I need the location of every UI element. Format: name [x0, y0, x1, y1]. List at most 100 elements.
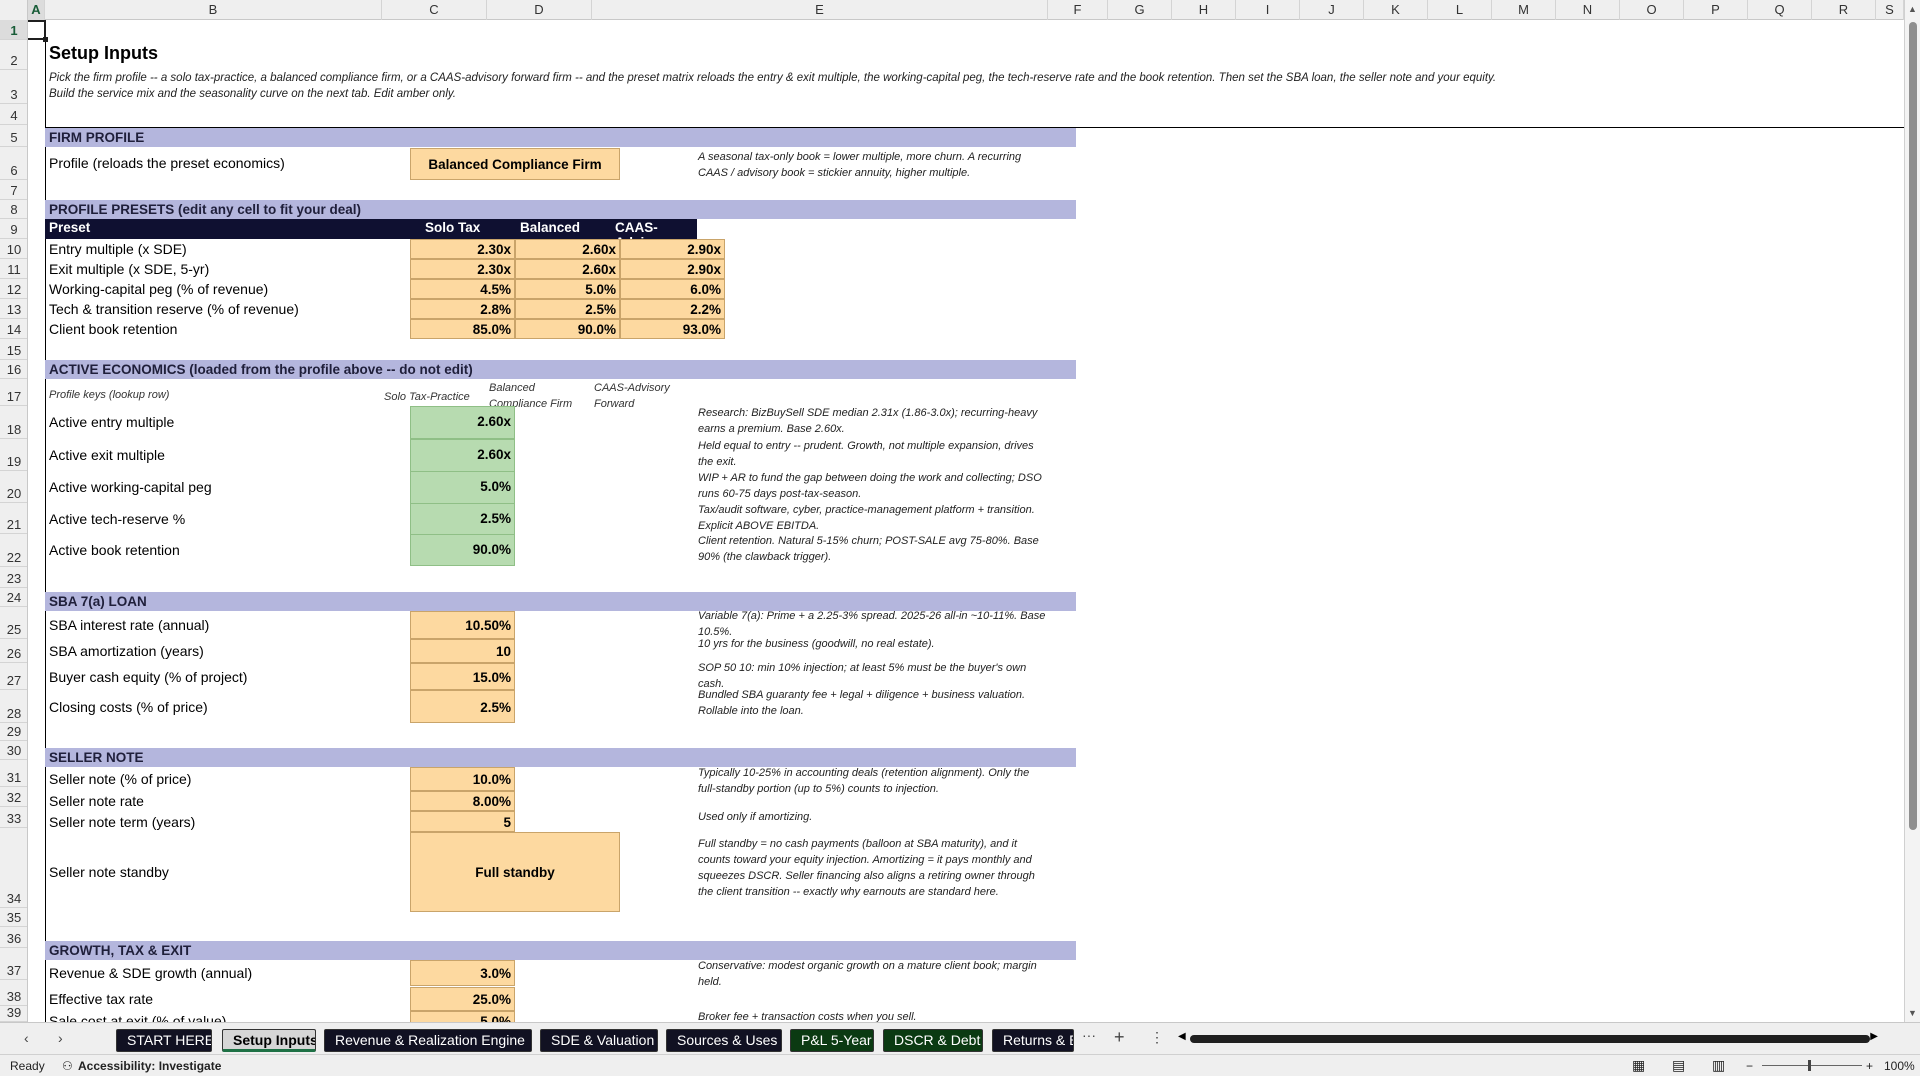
preset-value-cell[interactable]: 2.60x: [515, 259, 620, 279]
preset-value-cell[interactable]: 90.0%: [515, 319, 620, 339]
seller-value-cell[interactable]: 8.00%: [410, 791, 515, 811]
row-header[interactable]: 23: [0, 567, 27, 588]
column-header[interactable]: L: [1428, 0, 1492, 20]
horizontal-scrollbar[interactable]: ◀ ▶: [1178, 1031, 1878, 1046]
preset-value-cell[interactable]: 2.90x: [620, 259, 725, 279]
sheet-tab[interactable]: Setup Inputs: [222, 1029, 316, 1052]
sheet-tab[interactable]: SDE & Valuation: [540, 1029, 658, 1052]
row-header[interactable]: 37: [0, 948, 27, 980]
seller-standby-dropdown[interactable]: Full standby: [410, 832, 620, 912]
row-header[interactable]: 24: [0, 588, 27, 607]
preset-value-cell[interactable]: 2.5%: [515, 299, 620, 319]
column-header[interactable]: F: [1048, 0, 1108, 20]
row-header[interactable]: 30: [0, 741, 27, 760]
preset-value-cell[interactable]: 2.8%: [410, 299, 515, 319]
row-header[interactable]: 25: [0, 607, 27, 639]
row-header[interactable]: 35: [0, 908, 27, 927]
preset-value-cell[interactable]: 93.0%: [620, 319, 725, 339]
growth-value-cell[interactable]: 25.0%: [410, 987, 515, 1011]
row-header[interactable]: 2: [0, 40, 27, 70]
row-header[interactable]: 1: [0, 20, 27, 40]
selected-cell-a1[interactable]: [28, 20, 48, 42]
add-sheet-icon[interactable]: +: [1114, 1027, 1125, 1048]
sba-value-cell[interactable]: 10.50%: [410, 611, 515, 639]
row-header[interactable]: 11: [0, 259, 27, 279]
column-header[interactable]: H: [1172, 0, 1236, 20]
column-header[interactable]: N: [1556, 0, 1620, 20]
row-header[interactable]: 3: [0, 70, 27, 104]
seller-value-cell[interactable]: 5: [410, 811, 515, 832]
row-header[interactable]: 28: [0, 690, 27, 723]
sheet-tab[interactable]: Returns & Exit: [992, 1029, 1074, 1052]
sheet-tab[interactable]: START HERE: [116, 1029, 212, 1052]
preset-value-cell[interactable]: 2.30x: [410, 239, 515, 259]
row-header[interactable]: 4: [0, 104, 27, 125]
column-header[interactable]: D: [487, 0, 592, 20]
column-header[interactable]: P: [1684, 0, 1748, 20]
row-header[interactable]: 8: [0, 200, 27, 219]
growth-value-cell[interactable]: 3.0%: [410, 960, 515, 986]
column-header[interactable]: O: [1620, 0, 1684, 20]
row-header[interactable]: 33: [0, 807, 27, 828]
row-header[interactable]: 27: [0, 663, 27, 690]
profile-dropdown[interactable]: Balanced Compliance Firm: [410, 148, 620, 180]
sba-value-cell[interactable]: 10: [410, 639, 515, 663]
row-header[interactable]: 10: [0, 239, 27, 259]
column-header[interactable]: R: [1812, 0, 1876, 20]
sheet-tab[interactable]: Sources & Uses: [666, 1029, 782, 1052]
zoom-out-icon[interactable]: −: [1746, 1059, 1753, 1073]
row-header[interactable]: 9: [0, 219, 27, 239]
scroll-up-icon[interactable]: ▲: [1908, 4, 1917, 14]
row-header[interactable]: 19: [0, 439, 27, 471]
preset-value-cell[interactable]: 2.30x: [410, 259, 515, 279]
accessibility-icon[interactable]: ⚇: [62, 1059, 73, 1073]
sba-value-cell[interactable]: 15.0%: [410, 663, 515, 690]
row-header[interactable]: 38: [0, 980, 27, 1006]
row-header[interactable]: 21: [0, 503, 27, 534]
row-header[interactable]: 12: [0, 279, 27, 299]
more-tabs-icon[interactable]: ···: [1082, 1027, 1096, 1043]
accessibility-status[interactable]: Accessibility: Investigate: [78, 1059, 221, 1073]
horizontal-scroll-thumb[interactable]: [1190, 1035, 1870, 1043]
scroll-right-icon[interactable]: ▶: [1870, 1031, 1878, 1042]
preset-value-cell[interactable]: 2.60x: [515, 239, 620, 259]
scroll-left-icon[interactable]: ◀: [1178, 1031, 1186, 1042]
vertical-scrollbar[interactable]: ▲ ▼: [1904, 0, 1920, 1022]
zoom-level[interactable]: 100%: [1884, 1059, 1915, 1073]
column-header[interactable]: K: [1364, 0, 1428, 20]
column-header[interactable]: C: [382, 0, 487, 20]
sheet-grid[interactable]: Setup Inputs Pick the firm profile -- a …: [28, 20, 1904, 1022]
vertical-scroll-thumb[interactable]: [1909, 22, 1917, 830]
row-header[interactable]: 14: [0, 319, 27, 339]
preset-value-cell[interactable]: 5.0%: [515, 279, 620, 299]
sba-value-cell[interactable]: 2.5%: [410, 690, 515, 723]
column-header[interactable]: G: [1108, 0, 1172, 20]
row-header[interactable]: 29: [0, 723, 27, 741]
row-header[interactable]: 20: [0, 471, 27, 503]
column-header[interactable]: E: [592, 0, 1048, 20]
tab-prev-icon[interactable]: ‹: [24, 1030, 29, 1046]
tab-next-icon[interactable]: ›: [58, 1030, 63, 1046]
scroll-down-icon[interactable]: ▼: [1908, 1008, 1917, 1018]
row-header[interactable]: 31: [0, 760, 27, 787]
row-header[interactable]: 39: [0, 1005, 27, 1022]
row-header[interactable]: 15: [0, 339, 27, 360]
sheet-options-icon[interactable]: ⋮: [1150, 1029, 1164, 1046]
row-header[interactable]: 34: [0, 828, 27, 908]
zoom-slider[interactable]: [1762, 1065, 1862, 1066]
row-header[interactable]: 13: [0, 299, 27, 319]
column-header[interactable]: S: [1876, 0, 1904, 20]
preset-value-cell[interactable]: 6.0%: [620, 279, 725, 299]
row-header[interactable]: 18: [0, 406, 27, 439]
sheet-tab[interactable]: Revenue & Realization Engine: [324, 1029, 532, 1052]
row-header[interactable]: 16: [0, 360, 27, 379]
seller-value-cell[interactable]: 10.0%: [410, 767, 515, 791]
zoom-in-icon[interactable]: +: [1866, 1059, 1873, 1073]
column-header[interactable]: I: [1236, 0, 1300, 20]
row-header[interactable]: 17: [0, 379, 27, 406]
row-header[interactable]: 7: [0, 180, 27, 200]
preset-value-cell[interactable]: 2.2%: [620, 299, 725, 319]
sheet-tab[interactable]: DSCR & Debt: [883, 1029, 983, 1052]
page-layout-icon[interactable]: ▤: [1672, 1057, 1685, 1074]
growth-value-cell[interactable]: 5.0%: [410, 1011, 515, 1022]
